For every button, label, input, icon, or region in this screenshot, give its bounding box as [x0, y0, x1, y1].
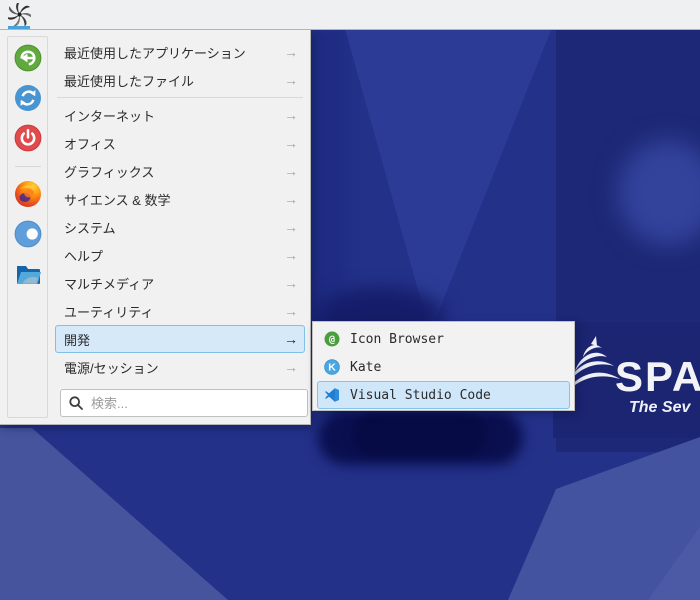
- favorite-blue-app-button[interactable]: [14, 220, 42, 248]
- submenu-app-row[interactable]: Visual Studio Code: [317, 381, 570, 409]
- menu-category-row[interactable]: 電源/セッション →: [55, 353, 305, 381]
- submenu-arrow-icon: →: [284, 107, 298, 123]
- favorite-firefox-button[interactable]: [14, 180, 42, 208]
- file-manager-icon: [16, 266, 41, 284]
- development-submenu-popup: @ Icon Browser K Kate Visual Studio Code: [312, 321, 575, 411]
- wallpaper-brand-text: SPA: [615, 353, 700, 400]
- menu-category-label: サイエンス & 数学: [64, 192, 171, 208]
- favorites-sidebar: [7, 36, 48, 418]
- submenu-app-label: Visual Studio Code: [350, 387, 491, 403]
- blue-dot-app-icon: [14, 220, 41, 248]
- menu-category-row[interactable]: グラフィックス →: [55, 157, 305, 185]
- top-panel: [0, 0, 700, 30]
- menu-category-row[interactable]: ヘルプ →: [55, 241, 305, 269]
- menu-category-row[interactable]: 最近使用したアプリケーション →: [55, 38, 305, 66]
- submenu-arrow-icon: →: [284, 275, 298, 291]
- favorite-log-out-button[interactable]: [14, 44, 42, 72]
- menu-category-label: ユーティリティ: [64, 304, 154, 320]
- menu-category-row[interactable]: マルチメディア →: [55, 269, 305, 297]
- submenu-arrow-icon: →: [284, 247, 298, 263]
- menu-separator: [57, 97, 303, 98]
- menu-category-label: 最近使用したファイル: [64, 73, 195, 89]
- submenu-app-label: Icon Browser: [350, 331, 444, 347]
- submenu-app-row[interactable]: @ Icon Browser: [317, 325, 570, 353]
- svg-text:@: @: [329, 334, 335, 345]
- active-button-indicator: [8, 26, 30, 29]
- restart-icon: [14, 85, 41, 111]
- search-input[interactable]: [60, 389, 308, 417]
- menu-category-row[interactable]: 最近使用したファイル →: [55, 66, 305, 94]
- wallpaper-shade: [312, 28, 346, 328]
- favorite-file-manager-button[interactable]: [14, 260, 42, 288]
- shutdown-icon: [14, 124, 41, 152]
- menu-category-row[interactable]: オフィス →: [55, 129, 305, 157]
- wallpaper-shade: [352, 414, 487, 456]
- menu-category-label: インターネット: [64, 108, 156, 124]
- menu-category-row[interactable]: サイエンス & 数学 →: [55, 185, 305, 213]
- application-menu-popup: 最近使用したアプリケーション → 最近使用したファイル → インターネット → オフィス → グ…: [0, 30, 311, 425]
- submenu-arrow-icon: →: [284, 135, 298, 151]
- search-box: [60, 389, 308, 417]
- submenu-arrow-icon: →: [284, 163, 298, 179]
- firefox-icon: [14, 181, 41, 207]
- menu-category-label: システム: [64, 220, 116, 236]
- menu-category-label: グラフィックス: [64, 164, 155, 180]
- menu-category-label: ヘルプ: [64, 248, 104, 264]
- kate-icon: K: [324, 359, 340, 375]
- submenu-arrow-icon: →: [284, 359, 298, 375]
- menu-category-label: 開発: [64, 332, 91, 348]
- application-menu-button[interactable]: [4, 0, 34, 29]
- submenu-arrow-icon: →: [284, 303, 298, 319]
- svg-text:K: K: [328, 362, 336, 374]
- sparky-logo-icon: [7, 3, 31, 26]
- favorite-restart-button[interactable]: [14, 84, 42, 112]
- vscode-icon: [325, 388, 339, 402]
- submenu-arrow-icon: →: [284, 44, 298, 60]
- wallpaper-tagline-text: The Sev: [629, 399, 691, 416]
- logout-icon: [14, 44, 41, 72]
- submenu-app-label: Kate: [350, 359, 382, 375]
- icon-browser-icon: @: [324, 331, 340, 347]
- menu-category-label: 電源/セッション: [64, 360, 159, 376]
- menu-category-label: 最近使用したアプリケーション: [64, 45, 246, 61]
- submenu-arrow-icon: →: [284, 331, 298, 347]
- sidebar-separator: [14, 166, 41, 167]
- menu-category-row[interactable]: 開発 →: [55, 325, 305, 353]
- favorite-shut-down-button[interactable]: [14, 124, 42, 152]
- menu-category-row[interactable]: インターネット →: [55, 101, 305, 129]
- submenu-app-row[interactable]: K Kate: [317, 353, 570, 381]
- submenu-arrow-icon: →: [284, 219, 298, 235]
- menu-category-label: マルチメディア: [64, 276, 155, 292]
- menu-category-row[interactable]: システム →: [55, 213, 305, 241]
- submenu-arrow-icon: →: [284, 72, 298, 88]
- category-list: 最近使用したアプリケーション → 最近使用したファイル → インターネット → オフィス → グ…: [55, 38, 305, 381]
- submenu-arrow-icon: →: [284, 191, 298, 207]
- menu-category-row[interactable]: ユーティリティ →: [55, 297, 305, 325]
- menu-category-label: オフィス: [64, 136, 116, 152]
